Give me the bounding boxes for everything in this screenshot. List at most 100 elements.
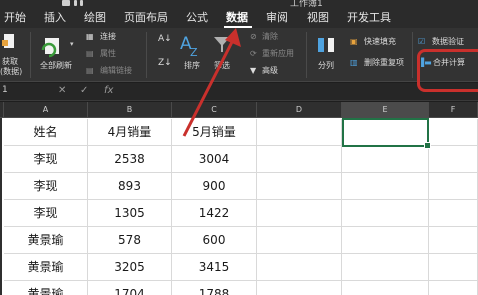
advanced-button[interactable]: 高级 — [262, 66, 278, 76]
tab-review[interactable]: 审阅 — [266, 11, 288, 25]
ribbon-data: 获取 (数据) ▾ 全部刷新 ▦ 连接 ▤ 属性 ▤ 编辑链接 A↓ Z↓ A … — [0, 28, 478, 82]
sort-button[interactable]: 排序 — [184, 61, 200, 71]
cell-e[interactable] — [342, 254, 429, 281]
tab-insert[interactable]: 插入 — [44, 11, 66, 25]
sort-icon[interactable]: A Z — [178, 32, 204, 58]
confirm-icon[interactable]: ✓ — [80, 85, 88, 96]
name-box[interactable]: 1 — [2, 85, 8, 95]
cell-name[interactable]: 姓名 — [4, 119, 88, 146]
cell-f[interactable] — [429, 227, 478, 254]
cell-name[interactable]: 李现 — [4, 146, 88, 173]
cell-d[interactable] — [257, 173, 342, 200]
cell-april-sales[interactable]: 3205 — [88, 254, 172, 281]
cell-f[interactable] — [429, 254, 478, 281]
get-data-label-2[interactable]: (数据) — [0, 67, 22, 77]
cell-name[interactable]: 李现 — [4, 200, 88, 227]
title-bar: 工作簿1 — [0, 0, 478, 9]
cell-d[interactable] — [257, 227, 342, 254]
column-header-a[interactable]: A — [4, 102, 88, 118]
cell-e[interactable] — [342, 146, 429, 173]
properties-button[interactable]: 属性 — [100, 49, 116, 59]
cell-f[interactable] — [429, 173, 478, 200]
tab-draw[interactable]: 绘图 — [84, 11, 106, 25]
sort-za-icon[interactable]: Z↓ — [158, 58, 172, 68]
tab-view[interactable]: 视图 — [307, 11, 329, 25]
column-header-e[interactable]: E — [342, 102, 429, 118]
flash-fill-icon: ▣ — [350, 37, 358, 46]
reapply-icon: ⟳ — [250, 49, 257, 58]
filter-icon[interactable] — [212, 34, 232, 54]
get-data-label-1[interactable]: 获取 — [2, 57, 18, 67]
cell-name[interactable]: 黄景瑜 — [4, 227, 88, 254]
data-validation-icon: ☑ — [418, 37, 426, 46]
chevron-down-icon[interactable]: ▾ — [70, 40, 74, 48]
cell-e[interactable] — [342, 173, 429, 200]
cell-name[interactable]: 李现 — [4, 173, 88, 200]
excel-window: 工作簿1 开始 插入 绘图 页面布局 公式 数据 审阅 视图 开发工具 获取 (… — [0, 0, 478, 295]
cell-may-sales[interactable]: 1788 — [172, 281, 257, 295]
refresh-all-icon[interactable] — [40, 36, 62, 58]
cell-april-sales[interactable]: 893 — [88, 173, 172, 200]
row-header-strip — [0, 118, 2, 295]
cell-e[interactable] — [342, 227, 429, 254]
redo-icon[interactable] — [80, 0, 83, 6]
separator — [30, 32, 31, 78]
cell-may-sales[interactable]: 3004 — [172, 146, 257, 173]
column-header-f[interactable]: F — [429, 102, 478, 118]
tab-data[interactable]: 数据 — [226, 11, 248, 25]
cell-april-sales[interactable]: 1704 — [88, 281, 172, 295]
edit-links-button[interactable]: 编辑链接 — [100, 66, 132, 76]
save-icon[interactable] — [62, 0, 70, 6]
separator — [306, 32, 307, 78]
cell-may-sales[interactable]: 1422 — [172, 200, 257, 227]
cell-e[interactable] — [342, 200, 429, 227]
cell-f[interactable] — [429, 281, 478, 295]
filter-button[interactable]: 筛选 — [214, 61, 230, 71]
cell-name[interactable]: 黄景瑜 — [4, 254, 88, 281]
reapply-button[interactable]: 重新应用 — [262, 49, 294, 59]
function-icon[interactable]: fx — [104, 85, 113, 96]
text-to-columns-icon[interactable] — [316, 34, 338, 56]
remove-duplicates-button[interactable]: 删除重复项 — [364, 58, 404, 68]
refresh-all-label[interactable]: 全部刷新 — [40, 61, 72, 71]
advanced-filter-icon: ▼ — [250, 66, 257, 75]
cell-f[interactable] — [429, 200, 478, 227]
tab-home[interactable]: 开始 — [4, 11, 26, 25]
tab-developer[interactable]: 开发工具 — [347, 11, 391, 25]
connections-icon: ▦ — [86, 32, 94, 41]
cell-d[interactable] — [257, 200, 342, 227]
flash-fill-button[interactable]: 快速填充 — [364, 37, 396, 47]
text-to-columns-button[interactable]: 分列 — [318, 61, 334, 71]
cell-e[interactable] — [342, 281, 429, 295]
cell-april-sales[interactable]: 4月销量 — [88, 119, 172, 146]
cell-name[interactable]: 黄景瑜 — [4, 281, 88, 295]
column-header-b[interactable]: B — [88, 102, 172, 118]
cell-d[interactable] — [257, 254, 342, 281]
cell-april-sales[interactable]: 2538 — [88, 146, 172, 173]
connections-button[interactable]: 连接 — [100, 32, 116, 42]
cell-d[interactable] — [257, 119, 342, 146]
formula-bar: 1 ✕ ✓ fx — [0, 83, 478, 101]
undo-icon[interactable] — [74, 0, 77, 6]
cancel-icon[interactable]: ✕ — [58, 85, 66, 96]
cell-may-sales[interactable]: 5月销量 — [172, 119, 257, 146]
cell-d[interactable] — [257, 146, 342, 173]
tab-page-layout[interactable]: 页面布局 — [124, 11, 168, 25]
cell-may-sales[interactable]: 900 — [172, 173, 257, 200]
cell-may-sales[interactable]: 3415 — [172, 254, 257, 281]
cell-april-sales[interactable]: 578 — [88, 227, 172, 254]
selected-cell[interactable] — [342, 118, 431, 149]
data-validation-button[interactable]: 数据验证 — [432, 37, 464, 47]
cell-april-sales[interactable]: 1305 — [88, 200, 172, 227]
cell-d[interactable] — [257, 281, 342, 295]
cell-may-sales[interactable]: 600 — [172, 227, 257, 254]
svg-text:Z: Z — [190, 46, 198, 58]
tab-formulas[interactable]: 公式 — [186, 11, 208, 25]
separator — [412, 32, 413, 78]
clear-button[interactable]: 清除 — [262, 32, 278, 42]
sort-az-icon[interactable]: A↓ — [158, 34, 172, 44]
cell-f[interactable] — [429, 146, 478, 173]
column-header-c[interactable]: C — [172, 102, 257, 118]
cell-f[interactable] — [429, 119, 478, 146]
column-header-d[interactable]: D — [257, 102, 342, 118]
